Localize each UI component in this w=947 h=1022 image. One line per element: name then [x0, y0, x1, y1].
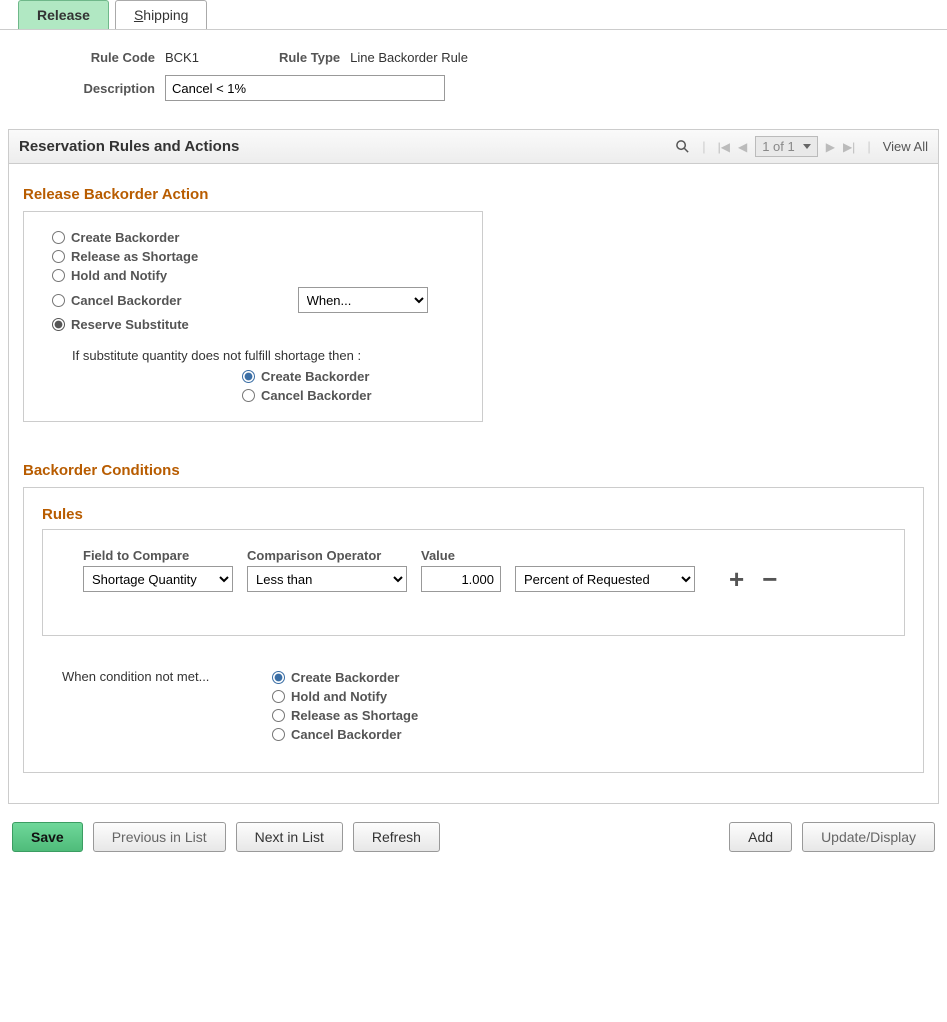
not-met-section: When condition not met... Create Backord…	[62, 666, 905, 746]
field-to-compare-label: Field to Compare	[83, 548, 233, 563]
rules-title: Rules	[42, 506, 905, 523]
backorder-conditions-title: Backorder Conditions	[23, 462, 924, 479]
panel-header: Reservation Rules and Actions | |◀ ◀ 1 o…	[9, 130, 938, 164]
view-all-link[interactable]: View All	[883, 139, 928, 154]
comparison-operator-select[interactable]: Less than	[247, 566, 407, 592]
nm-radio-cancel[interactable]	[272, 728, 285, 741]
radio-reserve-substitute[interactable]	[52, 318, 65, 331]
separator: |	[698, 139, 709, 154]
chevron-down-icon	[803, 144, 811, 149]
panel-title: Reservation Rules and Actions	[19, 138, 239, 155]
tab-shipping-accel: S	[134, 7, 143, 23]
not-met-label: When condition not met...	[62, 666, 272, 746]
sub-radio-create-label: Create Backorder	[261, 369, 369, 384]
conditions-outer-box: Rules Field to Compare Shortage Quantity…	[23, 487, 924, 773]
prev-icon[interactable]: ◀	[738, 140, 747, 154]
nm-radio-create-label: Create Backorder	[291, 670, 399, 685]
tab-shipping-rest: hipping	[143, 7, 188, 23]
release-action-box: Create Backorder Release as Shortage Hol…	[23, 211, 483, 422]
when-select[interactable]: When...	[298, 287, 428, 313]
radio-release-shortage-label: Release as Shortage	[71, 249, 198, 264]
sub-radio-create[interactable]	[242, 370, 255, 383]
comparison-operator-label: Comparison Operator	[247, 548, 407, 563]
nm-radio-create[interactable]	[272, 671, 285, 684]
search-icon[interactable]	[675, 139, 690, 154]
radio-create-backorder-label: Create Backorder	[71, 230, 179, 245]
nm-radio-shortage-label: Release as Shortage	[291, 708, 418, 723]
radio-cancel-backorder-label: Cancel Backorder	[71, 293, 182, 308]
radio-release-shortage[interactable]	[52, 250, 65, 263]
description-input[interactable]	[165, 75, 445, 101]
backorder-conditions-section: Backorder Conditions Rules Field to Comp…	[23, 462, 924, 773]
radio-hold-notify[interactable]	[52, 269, 65, 282]
nm-radio-hold-label: Hold and Notify	[291, 689, 387, 704]
nm-radio-hold[interactable]	[272, 690, 285, 703]
panel-tools: | |◀ ◀ 1 of 1 ▶ ▶| | View All	[675, 136, 928, 157]
last-icon[interactable]: ▶|	[843, 140, 855, 154]
next-icon[interactable]: ▶	[826, 140, 835, 154]
refresh-button[interactable]: Refresh	[353, 822, 440, 852]
field-to-compare-select[interactable]: Shortage Quantity	[83, 566, 233, 592]
rule-code-value: BCK1	[165, 50, 199, 65]
unit-spacer	[515, 548, 695, 563]
sub-radio-cancel[interactable]	[242, 389, 255, 402]
radio-create-backorder[interactable]	[52, 231, 65, 244]
release-action-title: Release Backorder Action	[23, 186, 924, 203]
panel-body: Release Backorder Action Create Backorde…	[9, 164, 938, 803]
header-fields: Rule Code BCK1 Rule Type Line Backorder …	[0, 30, 947, 129]
separator: |	[863, 139, 874, 154]
previous-in-list-button[interactable]: Previous in List	[93, 822, 226, 852]
value-label: Value	[421, 548, 501, 563]
save-button[interactable]: Save	[12, 822, 83, 852]
nm-radio-cancel-label: Cancel Backorder	[291, 727, 402, 742]
tab-release[interactable]: Release	[18, 0, 109, 29]
pager-dropdown[interactable]: 1 of 1	[755, 136, 818, 157]
tab-shipping[interactable]: Shipping	[115, 0, 208, 29]
nm-radio-shortage[interactable]	[272, 709, 285, 722]
rule-code-label: Rule Code	[30, 50, 165, 65]
radio-cancel-backorder[interactable]	[52, 294, 65, 307]
update-display-button[interactable]: Update/Display	[802, 822, 935, 852]
add-button[interactable]: Add	[729, 822, 792, 852]
radio-hold-notify-label: Hold and Notify	[71, 268, 167, 283]
substitute-note: If substitute quantity does not fulfill …	[72, 348, 464, 363]
remove-rule-icon[interactable]: −	[762, 564, 777, 595]
next-in-list-button[interactable]: Next in List	[236, 822, 343, 852]
sub-radio-cancel-label: Cancel Backorder	[261, 388, 372, 403]
not-met-radios: Create Backorder Hold and Notify Release…	[272, 666, 418, 746]
substitute-fallback-radios: Create Backorder Cancel Backorder	[242, 369, 464, 403]
radio-reserve-substitute-label: Reserve Substitute	[71, 317, 189, 332]
first-icon[interactable]: |◀	[718, 140, 730, 154]
footer-bar: Save Previous in List Next in List Refre…	[0, 804, 947, 866]
add-rule-icon[interactable]: +	[729, 564, 744, 595]
description-label: Description	[30, 81, 165, 96]
rules-box: Field to Compare Shortage Quantity Compa…	[42, 529, 905, 636]
pager-text: 1 of 1	[762, 139, 795, 154]
release-action-radios: Create Backorder Release as Shortage Hol…	[52, 230, 464, 332]
rule-type-value: Line Backorder Rule	[350, 50, 468, 65]
rules-panel: Reservation Rules and Actions | |◀ ◀ 1 o…	[8, 129, 939, 804]
rule-type-label: Rule Type	[279, 50, 350, 65]
unit-select[interactable]: Percent of Requested	[515, 566, 695, 592]
tab-bar: Release Shipping	[0, 0, 947, 30]
value-input[interactable]	[421, 566, 501, 592]
